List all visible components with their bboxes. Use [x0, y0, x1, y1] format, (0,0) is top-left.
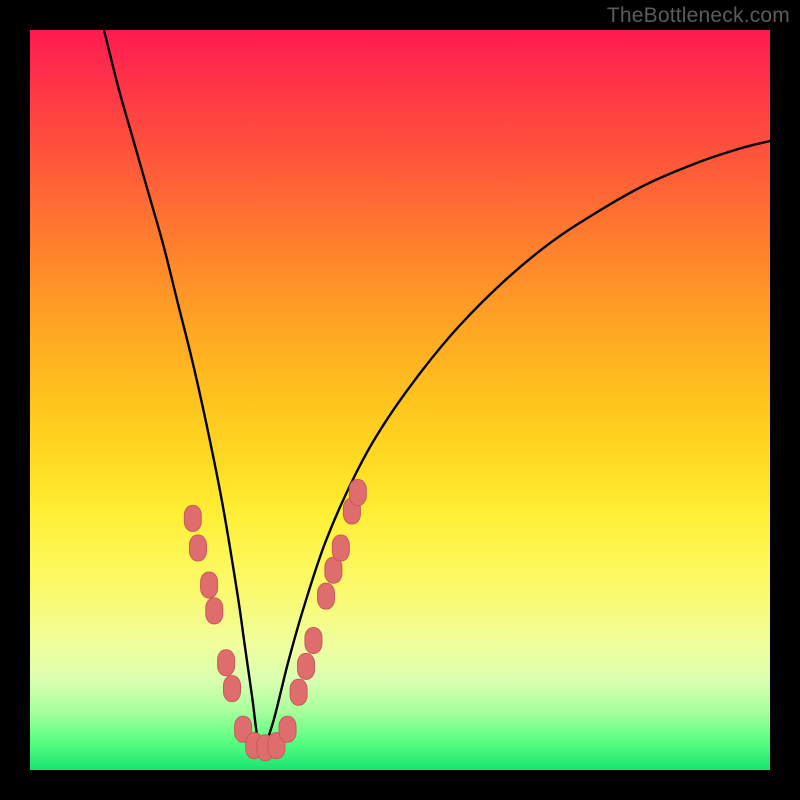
curve-marker — [349, 480, 366, 506]
curve-marker — [305, 628, 322, 654]
curve-marker — [184, 505, 201, 531]
curve-marker — [206, 598, 223, 624]
curve-marker — [318, 583, 335, 609]
curve-marker — [279, 716, 296, 742]
curve-marker — [218, 650, 235, 676]
chart-overlay — [30, 30, 770, 770]
watermark-text: TheBottleneck.com — [607, 4, 790, 28]
chart-stage: TheBottleneck.com — [0, 0, 800, 800]
curve-line — [104, 30, 770, 751]
curve-marker — [189, 535, 206, 561]
curve-marker — [224, 676, 241, 702]
curve-marker — [298, 653, 315, 679]
curve-marker — [332, 535, 349, 561]
curve-marker — [290, 679, 307, 705]
curve-marker — [201, 572, 218, 598]
